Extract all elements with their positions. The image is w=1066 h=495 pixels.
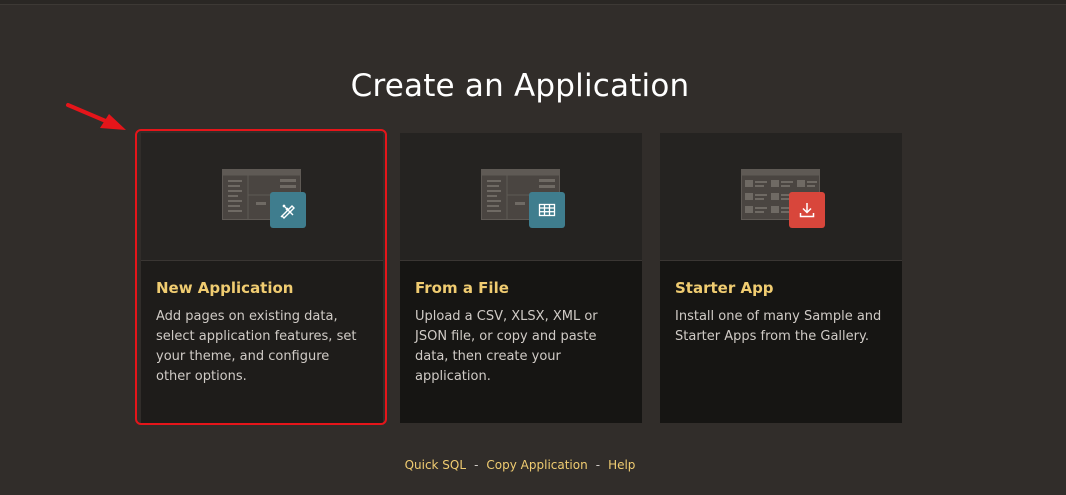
download-icon <box>789 192 825 228</box>
top-border <box>0 0 1066 5</box>
card-title: From a File <box>415 279 509 297</box>
from-a-file-card[interactable]: From a File Upload a CSV, XLSX, XML or J… <box>400 133 642 423</box>
new-application-card[interactable]: New Application Add pages on existing da… <box>141 133 383 423</box>
footer-separator: - <box>595 458 601 472</box>
table-grid-icon <box>529 192 565 228</box>
card-description: Add pages on existing data, select appli… <box>156 309 357 384</box>
pencil-ruler-icon <box>270 192 306 228</box>
red-arrow-icon <box>66 103 126 130</box>
card-title: New Application <box>156 279 294 297</box>
card-illustration-area <box>141 133 383 261</box>
card-illustration-area <box>400 133 642 261</box>
starter-app-card[interactable]: Starter App Install one of many Sample a… <box>660 133 902 423</box>
card-title: Starter App <box>675 279 774 297</box>
help-link[interactable]: Help <box>608 458 635 472</box>
copy-application-link[interactable]: Copy Application <box>486 458 587 472</box>
card-illustration-area <box>660 133 902 261</box>
card-description: Upload a CSV, XLSX, XML or JSON file, or… <box>415 309 598 384</box>
card-description: Install one of many Sample and Starter A… <box>675 309 882 344</box>
footer-links: Quick SQL - Copy Application - Help <box>0 458 1040 472</box>
footer-separator: - <box>474 458 479 472</box>
page-title: Create an Application <box>350 67 690 104</box>
quick-sql-link[interactable]: Quick SQL <box>405 458 467 472</box>
